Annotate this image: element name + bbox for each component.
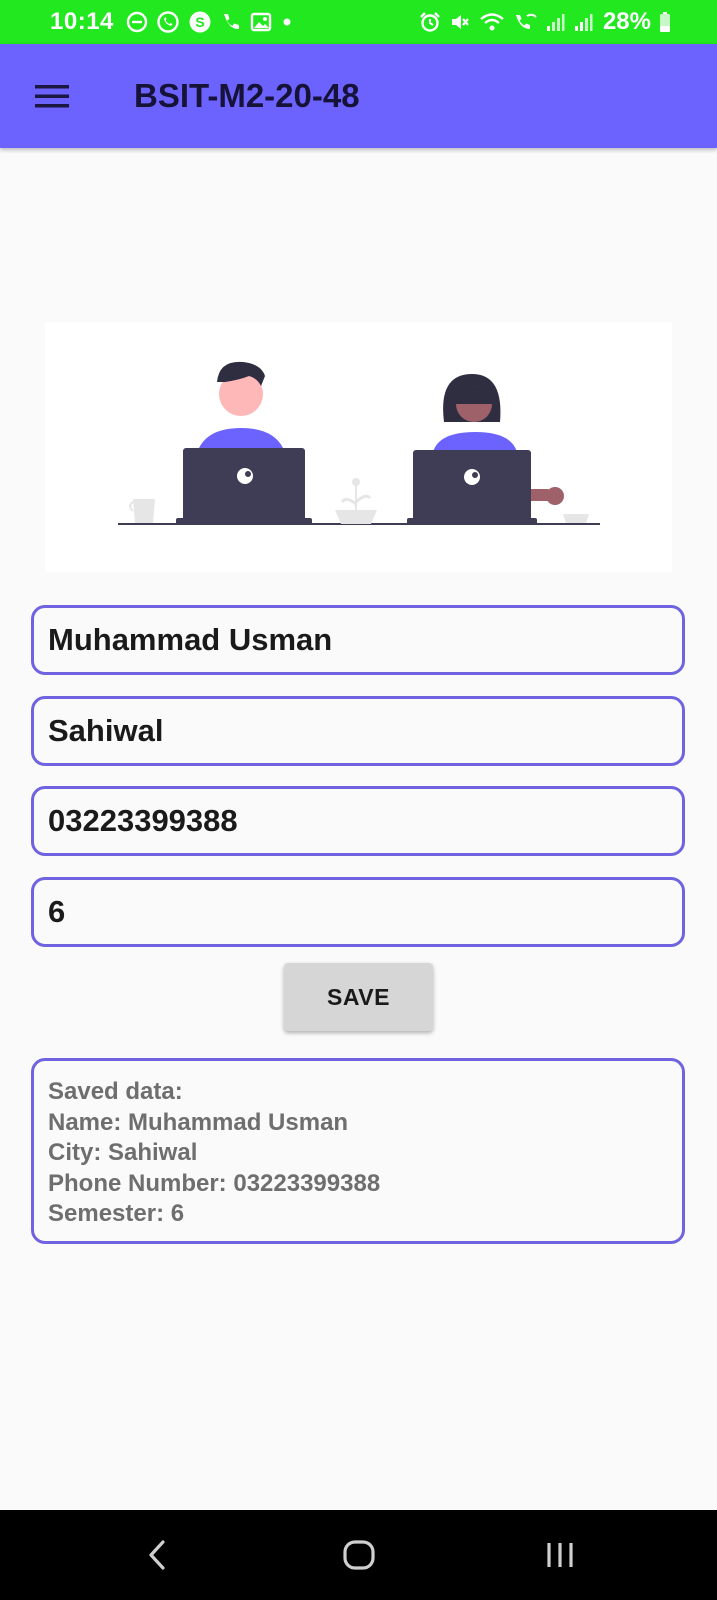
mute-icon — [449, 11, 471, 33]
signal-icon — [573, 12, 593, 32]
battery-icon — [659, 11, 671, 33]
system-navigation-bar — [0, 1510, 717, 1600]
save-button[interactable]: SAVE — [284, 963, 433, 1031]
name-field-container — [31, 605, 685, 675]
saved-city: City: Sahiwal — [48, 1139, 198, 1166]
status-bar-right: 28% — [419, 8, 671, 36]
app-bar: BSIT-M2-20-48 — [0, 44, 717, 148]
city-field-container — [31, 696, 685, 766]
semester-field-container — [31, 877, 685, 947]
people-working-on-laptops-illustration — [45, 322, 672, 572]
saved-name: Name: Muhammad Usman — [48, 1108, 349, 1136]
phone-input[interactable] — [48, 803, 682, 839]
alarm-icon — [419, 11, 441, 33]
battery-percentage: 28% — [602, 8, 651, 35]
saved-data-header: Saved data: — [48, 1078, 183, 1105]
back-icon[interactable] — [128, 1530, 188, 1580]
page-title: BSIT-M2-20-48 — [134, 77, 360, 114]
phone-call-icon — [220, 11, 242, 33]
status-bar-left: 10:14 S — [50, 8, 294, 36]
signal-icon — [545, 12, 565, 32]
status-time: 10:14 — [50, 8, 114, 35]
wifi-call-icon — [513, 11, 537, 33]
saved-phone: Phone Number: 03223399388 — [48, 1169, 381, 1197]
saved-semester: Semester: 6 — [48, 1200, 185, 1227]
phone-field-container — [31, 786, 685, 856]
whatsapp-icon — [156, 10, 180, 34]
home-icon[interactable] — [329, 1530, 389, 1580]
skype-icon: S — [188, 10, 212, 34]
dot-icon — [280, 15, 294, 29]
semester-input[interactable] — [48, 894, 682, 930]
name-input[interactable] — [48, 622, 682, 658]
recents-icon[interactable] — [530, 1530, 590, 1580]
hamburger-menu-icon[interactable] — [30, 74, 74, 118]
dnd-icon — [126, 11, 148, 33]
gallery-icon — [250, 11, 272, 33]
saved-data-box: Saved data: Name: Muhammad Usman City: S… — [31, 1058, 685, 1244]
status-bar: 10:14 S 28% — [0, 0, 717, 44]
svg-text:S: S — [195, 14, 204, 30]
city-input[interactable] — [48, 713, 682, 749]
wifi-icon — [479, 11, 505, 33]
